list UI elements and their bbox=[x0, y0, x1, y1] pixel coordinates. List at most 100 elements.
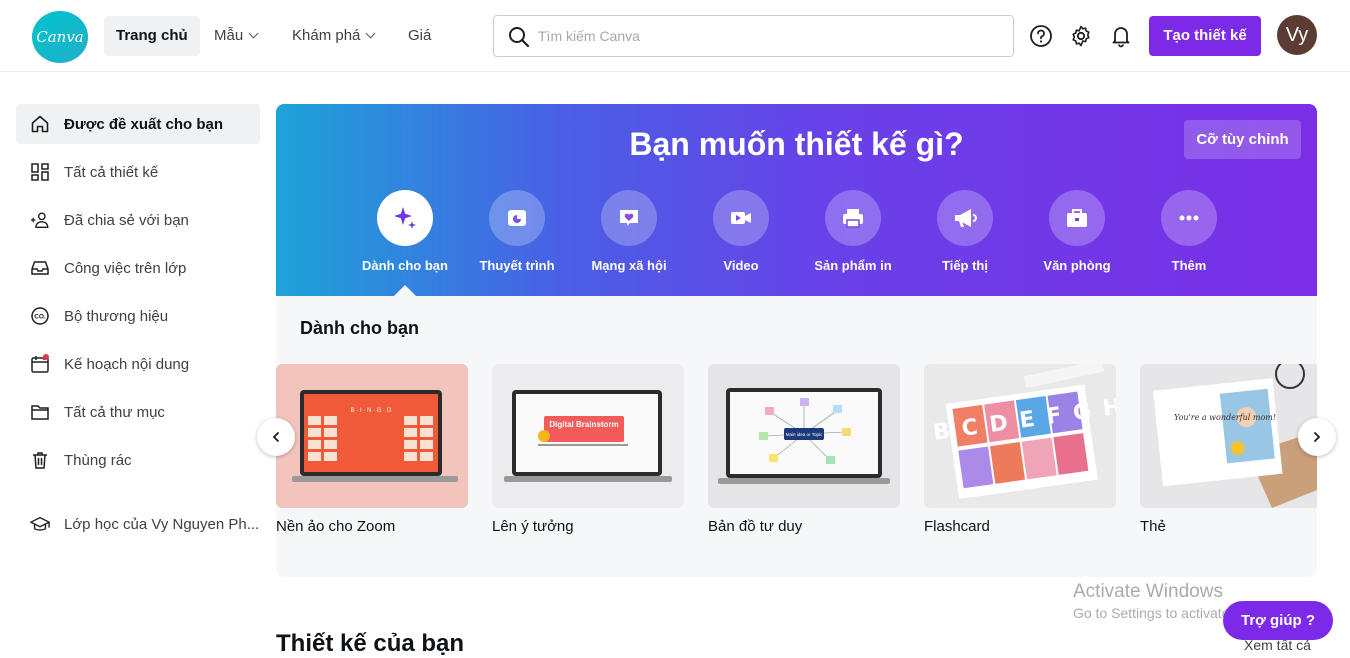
more-icon bbox=[1161, 190, 1217, 246]
template-thumbnail: You're a wonderful mom! bbox=[1140, 364, 1317, 508]
heart-chat-icon bbox=[601, 190, 657, 246]
hero-banner: Bạn muốn thiết kế gì? Cỡ tùy chỉnh Dành … bbox=[276, 104, 1317, 296]
category-social-media[interactable]: Mạng xã hội bbox=[573, 190, 685, 273]
category-label: Văn phòng bbox=[1043, 258, 1111, 273]
avatar[interactable]: Vy bbox=[1277, 15, 1317, 55]
sidebar-item-label: Lớp học của Vy Nguyen Ph... bbox=[64, 515, 260, 533]
template-card-label: Flashcard bbox=[924, 518, 990, 535]
template-thumbnail: ABCDEFGH bbox=[924, 364, 1116, 508]
folder-icon bbox=[30, 402, 50, 422]
nav-discover-label: Khám phá bbox=[292, 27, 361, 44]
carousel-prev-button[interactable] bbox=[257, 418, 295, 456]
bell-icon[interactable] bbox=[1109, 22, 1133, 50]
settings-icon[interactable] bbox=[1069, 22, 1093, 50]
nav-pricing[interactable]: Giá bbox=[396, 16, 443, 56]
sidebar-item-all-folders[interactable]: Tất cả thư mục bbox=[16, 392, 260, 432]
printer-icon bbox=[825, 190, 881, 246]
active-category-pointer bbox=[394, 285, 416, 296]
search-input[interactable] bbox=[538, 16, 998, 56]
thumb-text: Main idea or Topic bbox=[786, 432, 823, 437]
video-camera-icon bbox=[713, 190, 769, 246]
trash-icon bbox=[30, 450, 50, 470]
sidebar-item-trash[interactable]: Thùng rác bbox=[16, 440, 260, 480]
sidebar-item-label: Được đề xuất cho bạn bbox=[64, 115, 224, 133]
hero-title: Bạn muốn thiết kế gì? bbox=[629, 126, 964, 162]
template-card-label: Thẻ bbox=[1140, 518, 1166, 535]
for-you-section: Dành cho bạn B · I · N · G · O Nền ảo ch… bbox=[276, 296, 1317, 577]
category-label: Video bbox=[723, 258, 759, 273]
sidebar: Được đề xuất cho bạn Tất cả thiết kế Đã … bbox=[16, 104, 260, 552]
search-box[interactable] bbox=[493, 15, 1014, 57]
template-thumbnail: Main idea or Topic bbox=[708, 364, 900, 508]
nav-pricing-label: Giá bbox=[408, 27, 432, 44]
template-card-label: Lên ý tưởng bbox=[492, 518, 574, 535]
sidebar-item-brand-kit[interactable]: CO. Bộ thương hiệu bbox=[16, 296, 260, 336]
category-office[interactable]: Văn phòng bbox=[1021, 190, 1133, 273]
nav-home-label: Trang chủ bbox=[116, 27, 188, 44]
category-marketing[interactable]: Tiếp thị bbox=[909, 190, 1021, 273]
sidebar-item-label: Kế hoạch nội dung bbox=[64, 355, 190, 373]
section-title: Dành cho bạn bbox=[300, 318, 420, 338]
thumb-text: Digital Brainstorm bbox=[549, 420, 618, 429]
nav-templates-label: Mẫu bbox=[214, 27, 244, 44]
carousel-next-button[interactable] bbox=[1298, 418, 1336, 456]
category-presentation[interactable]: Thuyết trình bbox=[461, 190, 573, 273]
briefcase-icon bbox=[1049, 190, 1105, 246]
category-label: Mạng xã hội bbox=[591, 258, 667, 273]
top-bar: Canva Trang chủ Mẫu Khám phá Giá Tạo thi… bbox=[0, 0, 1350, 72]
thumb-text: You're a wonderful mom! bbox=[1174, 413, 1276, 422]
sidebar-item-classwork[interactable]: Công việc trên lớp bbox=[16, 248, 260, 288]
svg-text:CO.: CO. bbox=[34, 314, 46, 321]
help-icon[interactable] bbox=[1029, 22, 1053, 50]
inbox-icon bbox=[30, 258, 50, 278]
template-card-brainstorm[interactable]: Digital Brainstorm Lên ý tưởng bbox=[492, 364, 684, 535]
template-card-card[interactable]: You're a wonderful mom! Thẻ bbox=[1140, 364, 1317, 535]
help-button[interactable]: Trợ giúp ? bbox=[1223, 601, 1333, 640]
shared-users-icon bbox=[30, 210, 50, 230]
brand-icon: CO. bbox=[30, 306, 50, 326]
sidebar-item-label: Đã chia sẻ với bạn bbox=[64, 211, 189, 229]
sidebar-item-shared[interactable]: Đã chia sẻ với bạn bbox=[16, 200, 260, 240]
sidebar-item-label: Bộ thương hiệu bbox=[64, 307, 169, 325]
grid-icon bbox=[30, 162, 50, 182]
template-card-label: Nền ảo cho Zoom bbox=[276, 518, 396, 535]
chevron-down-icon bbox=[365, 28, 376, 39]
template-thumbnail: B · I · N · G · O bbox=[276, 364, 468, 508]
category-label: Dành cho bạn bbox=[362, 258, 448, 273]
custom-size-button[interactable]: Cỡ tùy chỉnh bbox=[1184, 120, 1301, 159]
calendar-icon bbox=[30, 354, 50, 374]
sidebar-item-class[interactable]: Lớp học của Vy Nguyen Ph... bbox=[16, 504, 260, 544]
category-label: Thuyết trình bbox=[479, 258, 555, 273]
category-video[interactable]: Video bbox=[685, 190, 797, 273]
template-card-zoom[interactable]: B · I · N · G · O Nền ảo cho Zoom bbox=[276, 364, 468, 535]
category-label: Tiếp thị bbox=[942, 258, 988, 273]
nav-templates[interactable]: Mẫu bbox=[202, 16, 269, 56]
sidebar-item-label: Tất cả thư mục bbox=[64, 403, 165, 421]
chevron-right-icon bbox=[1314, 432, 1321, 442]
sparkle-icon bbox=[377, 190, 433, 246]
canva-logo[interactable]: Canva bbox=[32, 11, 88, 63]
sidebar-item-recommended[interactable]: Được đề xuất cho bạn bbox=[16, 104, 260, 144]
graduation-cap-icon bbox=[30, 514, 50, 534]
template-card-mindmap[interactable]: Main idea or Topic Bản đồ tư duy bbox=[708, 364, 900, 535]
sidebar-item-all-designs[interactable]: Tất cả thiết kế bbox=[16, 152, 260, 192]
nav-discover[interactable]: Khám phá bbox=[280, 16, 386, 56]
sidebar-item-label: Công việc trên lớp bbox=[64, 259, 187, 277]
megaphone-icon bbox=[937, 190, 993, 246]
template-thumbnail: Digital Brainstorm bbox=[492, 364, 684, 508]
category-print-products[interactable]: Sản phẩm in bbox=[797, 190, 909, 273]
sidebar-item-label: Tất cả thiết kế bbox=[64, 163, 159, 181]
category-label: Thêm bbox=[1171, 258, 1207, 273]
search-icon bbox=[509, 27, 530, 48]
template-card-flashcard[interactable]: ABCDEFGH Flashcard bbox=[924, 364, 1116, 535]
category-for-you[interactable]: Dành cho bạn bbox=[349, 190, 461, 273]
sidebar-item-content-planner[interactable]: Kế hoạch nội dung bbox=[16, 344, 260, 384]
create-design-button[interactable]: Tạo thiết kế bbox=[1149, 16, 1261, 56]
activate-windows-title: Activate Windows bbox=[1073, 581, 1223, 602]
nav-home[interactable]: Trang chủ bbox=[104, 16, 200, 56]
category-more[interactable]: Thêm bbox=[1133, 190, 1245, 273]
sidebar-item-label: Thùng rác bbox=[64, 451, 132, 469]
presentation-icon bbox=[489, 190, 545, 246]
category-label: Sản phẩm in bbox=[814, 258, 892, 273]
home-icon bbox=[30, 114, 50, 134]
